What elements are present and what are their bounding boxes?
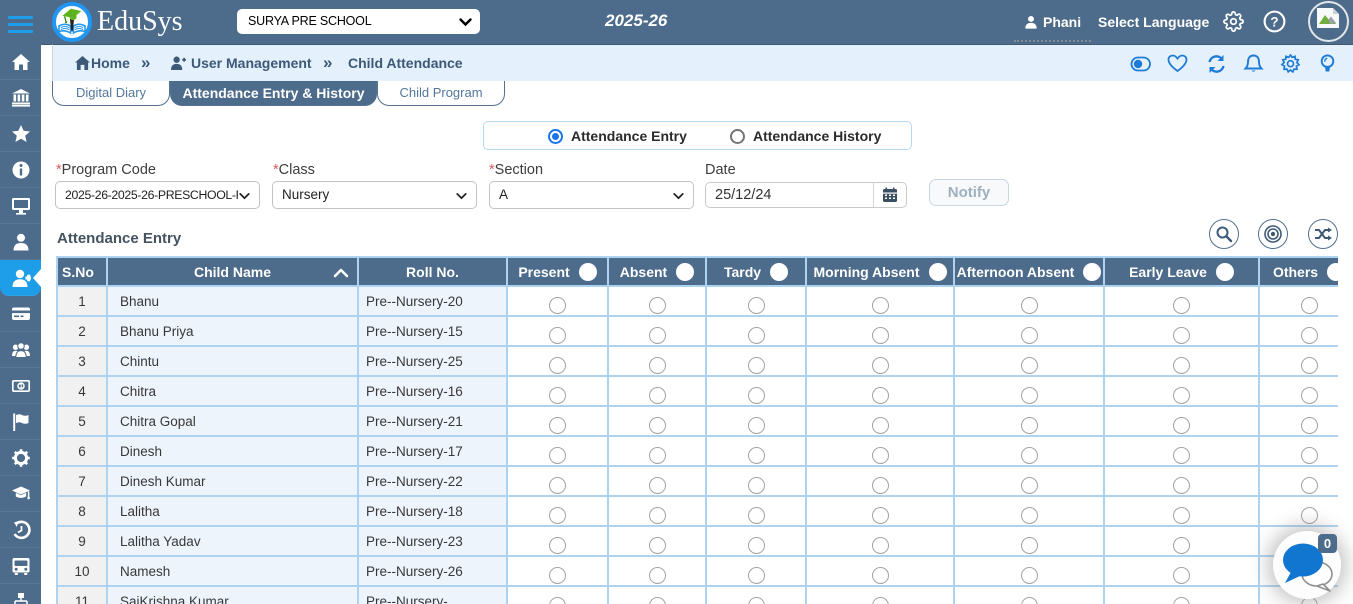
svg-text:?: ? [1270, 14, 1278, 29]
svg-text:1: 1 [19, 383, 23, 390]
